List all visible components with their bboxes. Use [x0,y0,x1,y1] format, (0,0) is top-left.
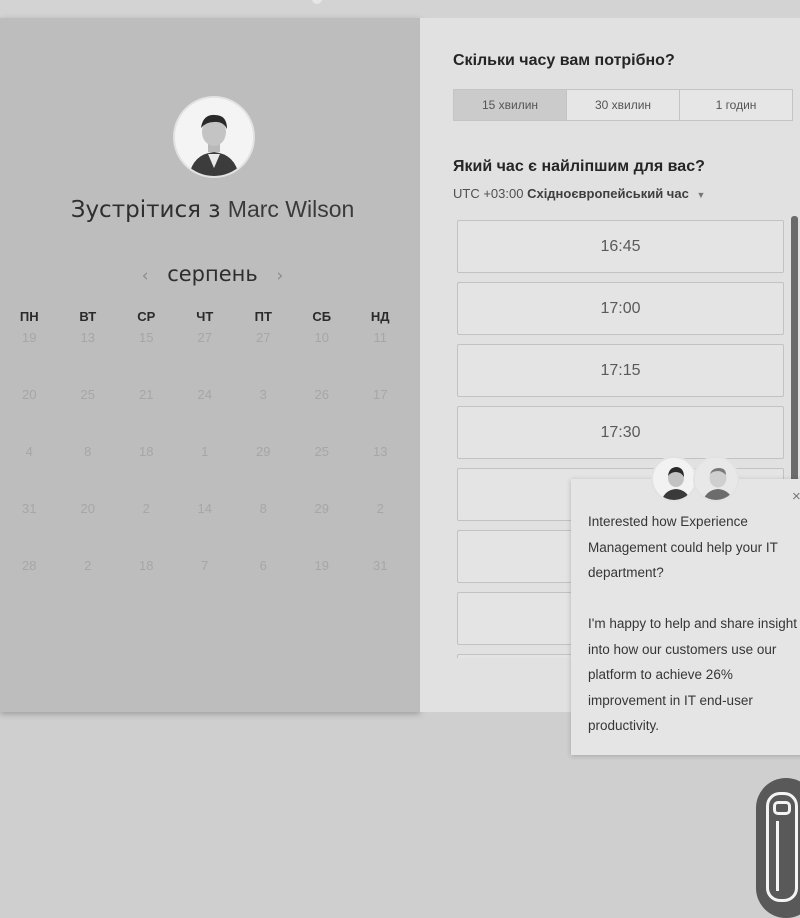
calendar-day: 26 [314,387,329,402]
agent-avatar [693,456,739,502]
calendar-week: 31 20 2 14 8 29 2 [0,499,420,556]
calendar-day: 8 [259,501,267,516]
weekday-label: НД [370,309,390,324]
calendar-day: 2 [84,558,92,573]
agent-avatar [651,456,697,502]
chat-popup[interactable]: Interested how Experience Management cou… [571,479,800,755]
calendar-day: 8 [84,444,92,459]
top-strip [0,0,800,18]
calendar-day: 2 [376,501,384,516]
calendar-day: 15 [139,330,154,345]
calendar-day: 20 [80,501,95,516]
calendar-day: 2 [142,501,150,516]
decorative-dot [312,0,322,4]
calendar-week: 4 8 18 1 29 25 13 [0,442,420,499]
weekday-label: ПН [19,309,39,324]
month-navigation: ‹ серпень › [0,262,425,286]
calendar-day: 27 [197,330,212,345]
calendar-day: 13 [80,330,95,345]
duration-selector: 15 хвилин 30 хвилин 1 годин [453,89,793,121]
calendar-day: 19 [314,558,329,573]
close-icon[interactable]: × [792,488,800,505]
duration-question: Скільки часу вам потрібно? [453,52,675,69]
calendar-week: 19 13 15 27 27 10 11 [0,328,420,385]
time-slot[interactable]: 17:00 [457,282,784,335]
duration-option-30[interactable]: 30 хвилин [566,90,679,120]
calendar-day: 25 [314,444,329,459]
calendar-day: 27 [256,330,271,345]
host-name: Marc Wilson [227,196,355,222]
calendar-day: 28 [22,558,37,573]
calendar-day: 1 [201,444,209,459]
calendar-day: 21 [139,387,154,402]
duration-option-60[interactable]: 1 годин [679,90,792,120]
calendar-day: 24 [197,387,212,402]
calendar-day: 14 [197,501,212,516]
weekday-label: ПТ [254,309,272,324]
chevron-left-icon[interactable]: ‹ [130,266,161,286]
host-panel: Зустрітися з Marc Wilson ‹ серпень › ПН … [0,18,420,712]
chat-launcher-icon [766,792,798,902]
time-slot[interactable]: 16:45 [457,220,784,273]
calendar-day: 4 [25,444,33,459]
calendar-day: 20 [22,387,37,402]
weekday-header: ПН ВТ СР ЧТ ПТ СБ НД [0,306,420,328]
timezone-selector[interactable]: UTC +03:00 Східноєвропейський час ▼ [453,186,705,201]
calendar-day: 18 [139,558,154,573]
chevron-right-icon[interactable]: › [264,266,295,286]
weekday-label: ЧТ [196,309,214,324]
calendar-day: 10 [314,330,329,345]
host-avatar [173,96,255,178]
calendar-day: 17 [373,387,388,402]
calendar-day: 3 [259,387,267,402]
meeting-title: Зустрітися з Marc Wilson [0,196,425,223]
meeting-title-prefix: Зустрітися з [70,197,221,223]
calendar-day: 11 [373,330,388,345]
duration-option-15[interactable]: 15 хвилин [454,90,566,120]
calendar-week: 28 2 18 7 6 19 31 [0,556,420,613]
calendar-day: 6 [259,558,267,573]
calendar-day: 13 [373,444,388,459]
time-slot[interactable]: 17:30 [457,406,784,459]
weekday-label: СР [137,309,156,324]
calendar-day: 7 [201,558,209,573]
timezone-offset: UTC +03:00 [453,186,524,201]
chat-message: Interested how Experience Management cou… [588,514,797,733]
caret-down-icon: ▼ [696,190,706,200]
calendar-week: 20 25 21 24 3 26 17 [0,385,420,442]
calendar-day: 25 [80,387,95,402]
calendar-day: 29 [314,501,329,516]
weekday-label: СБ [312,309,332,324]
month-label: серпень [167,262,258,286]
calendar-grid: ПН ВТ СР ЧТ ПТ СБ НД 19 13 15 27 27 10 1… [0,306,420,613]
weekday-label: ВТ [79,309,97,324]
calendar-day: 19 [22,330,37,345]
time-slot[interactable]: 17:15 [457,344,784,397]
time-question: Який час є найліпшим для вас? [453,158,705,175]
calendar-day: 31 [373,558,388,573]
calendar-day: 29 [256,444,271,459]
timezone-name: Східноєвропейський час [527,186,689,201]
calendar-day: 18 [139,444,154,459]
chat-launcher-button[interactable] [756,778,800,918]
calendar-day: 31 [22,501,37,516]
